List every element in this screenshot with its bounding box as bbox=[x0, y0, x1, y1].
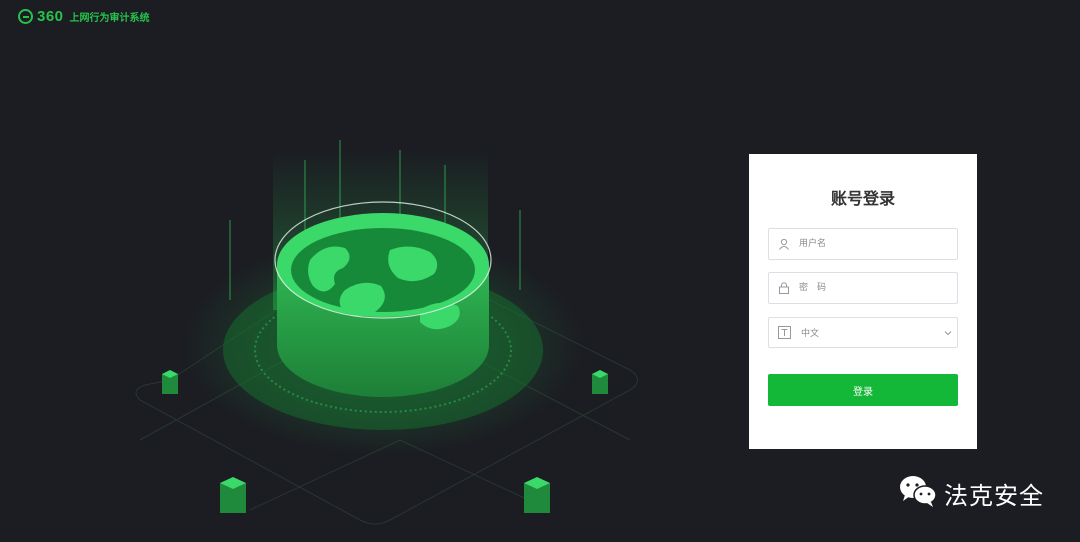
login-card: 账号登录 中文 登录 bbox=[749, 154, 977, 449]
text-icon bbox=[769, 318, 799, 347]
wechat-icon bbox=[898, 474, 938, 512]
chevron-down-icon bbox=[939, 330, 957, 336]
language-value: 中文 bbox=[801, 329, 820, 339]
globe-illustration bbox=[100, 140, 680, 540]
wechat-watermark: 法克安全 bbox=[898, 474, 1044, 512]
360-logo-icon bbox=[18, 9, 33, 24]
login-button[interactable]: 登录 bbox=[768, 374, 958, 406]
lock-icon bbox=[769, 273, 799, 303]
password-field[interactable] bbox=[768, 272, 958, 304]
brand-logo: 360 上网行为审计系统 bbox=[18, 8, 150, 25]
username-input[interactable] bbox=[799, 229, 957, 259]
product-name: 上网行为审计系统 bbox=[69, 13, 150, 24]
watermark-text: 法克安全 bbox=[944, 481, 1044, 510]
username-field[interactable] bbox=[768, 228, 958, 260]
language-select[interactable]: 中文 bbox=[768, 317, 958, 348]
user-icon bbox=[769, 229, 799, 259]
password-input[interactable] bbox=[799, 273, 957, 303]
logo-number: 360 bbox=[37, 8, 64, 25]
login-title: 账号登录 bbox=[830, 189, 895, 208]
